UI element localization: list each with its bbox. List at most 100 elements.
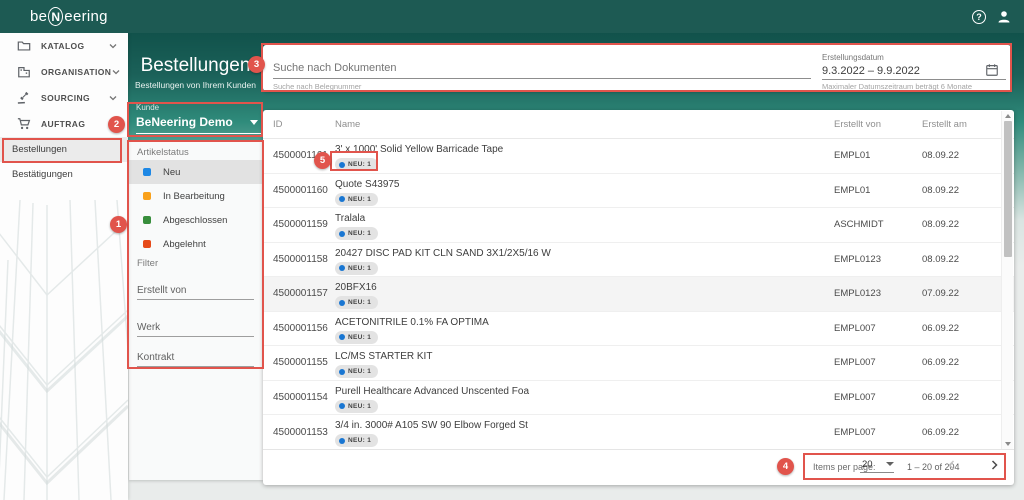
status-dot-green <box>143 216 151 224</box>
status-dot-red <box>143 240 151 248</box>
top-bar: be N eering ? <box>0 0 1024 33</box>
status-item-neu[interactable]: Neu <box>129 160 263 184</box>
page-header: Bestellungen Bestellungen von Ihrem Kund… <box>128 33 263 90</box>
select-caret-icon <box>886 462 894 466</box>
next-page-icon[interactable] <box>985 456 1003 474</box>
sidebar-item-sourcing[interactable]: SOURCING <box>0 85 128 111</box>
filter-section-title: Filter <box>137 258 159 269</box>
table-row[interactable]: 4500001155 LC/MS STARTER KIT NEU: 1 EMPL… <box>263 346 1014 381</box>
table-row[interactable]: 4500001161 3' x 1000' Solid Yellow Barri… <box>263 139 1014 174</box>
table-row[interactable]: 4500001160 Quote S43975 NEU: 1 EMPL01 08… <box>263 174 1014 208</box>
customer-select[interactable]: Kunde BeNeering Demo <box>136 103 262 134</box>
filter-input-kontrakt[interactable]: Kontrakt <box>137 352 254 367</box>
app-window: be N eering ? KATALOG ORGANISATION SOURC… <box>0 0 1024 500</box>
table-scrollbar[interactable] <box>1001 111 1013 449</box>
col-id: ID <box>273 118 283 130</box>
status-badge: NEU: 1 <box>335 365 379 378</box>
table-header: ID Name Erstellt von Erstellt am <box>263 110 1014 139</box>
status-badge: NEU: 1 <box>335 330 379 344</box>
orders-table: ID Name Erstellt von Erstellt am 4500001… <box>263 110 1014 485</box>
status-badge: NEU: 1 <box>335 227 379 240</box>
col-name: Name <box>335 118 361 130</box>
folder-icon <box>17 39 31 53</box>
beneering-logo: be N eering <box>30 0 108 33</box>
order-name: LC/MS STARTER KIT <box>335 351 433 362</box>
neu-dot-icon <box>339 437 345 444</box>
main-content: Bestellungen Bestellungen von Ihrem Kund… <box>128 33 1024 500</box>
table-row[interactable]: 4500001154 Purell Healthcare Advanced Un… <box>263 381 1014 415</box>
table-row[interactable]: 4500001153 3/4 in. 3000# A105 SW 90 Elbo… <box>263 415 1014 450</box>
scroll-up-icon[interactable] <box>1002 111 1014 121</box>
chevron-down-icon <box>108 93 118 103</box>
status-panel-title: Artikelstatus <box>137 147 189 158</box>
order-name: 20427 DISC PAD KIT CLN SAND 3X1/2X5/16 W <box>335 247 551 259</box>
calendar-icon[interactable] <box>985 63 999 77</box>
pagination-bar: Items per page: 20 1 – 20 of 204 <box>263 449 1014 483</box>
col-created-at: Erstellt am <box>922 118 967 130</box>
search-underline <box>273 78 811 79</box>
status-item-abgeschlossen[interactable]: Abgeschlossen <box>129 208 263 232</box>
date-range-hint: Maximaler Datumszeitraum beträgt 6 Monat… <box>822 82 973 91</box>
logo-text-post: eering <box>64 8 108 25</box>
neu-dot-icon <box>339 368 345 375</box>
status-badge: NEU: 1 <box>335 399 379 413</box>
table-row[interactable]: 4500001156 ACETONITRILE 0.1% FA OPTIMA N… <box>263 312 1014 346</box>
cart-icon <box>17 117 31 131</box>
filter-input-werk[interactable]: Werk <box>137 322 254 337</box>
sidebar-item-katalog[interactable]: KATALOG <box>0 33 128 59</box>
status-item-abgelehnt[interactable]: Abgelehnt <box>129 232 263 256</box>
chevron-down-icon <box>108 41 118 51</box>
order-name: 3/4 in. 3000# A105 SW 90 Elbow Forged St <box>335 420 528 431</box>
sidebar: KATALOG ORGANISATION SOURCING AUFTRAG Be… <box>0 33 128 500</box>
status-dot-blue <box>143 168 151 176</box>
page-size-select[interactable]: 20 <box>860 456 894 473</box>
date-range-value[interactable]: 9.3.2022 – 9.9.2022 <box>822 65 920 77</box>
logo-n-emblem: N <box>48 7 64 26</box>
neu-dot-icon <box>339 334 345 340</box>
customer-value: BeNeering Demo <box>136 115 233 129</box>
chevron-up-icon <box>108 119 118 129</box>
neu-dot-icon <box>339 299 345 306</box>
dropdown-caret-icon <box>250 119 258 125</box>
filter-input-erstellt-von[interactable]: Erstellt von <box>137 285 254 300</box>
neu-dot-icon <box>339 196 345 202</box>
sidebar-item-bestaetigungen[interactable]: Bestätigungen <box>0 162 128 187</box>
table-row[interactable]: 4500001157 20BFX16 NEU: 1 EMPL0123 07.09… <box>263 277 1014 312</box>
order-name: Purell Healthcare Advanced Unscented Foa <box>335 385 530 397</box>
scrollbar-thumb[interactable] <box>1004 121 1012 257</box>
col-created-by: Erstellt von <box>834 118 881 130</box>
order-name: 3' x 1000' Solid Yellow Barricade Tape <box>335 144 504 155</box>
scroll-down-icon[interactable] <box>1002 439 1014 449</box>
status-item-in-bearbeitung[interactable]: In Bearbeitung <box>129 184 263 208</box>
building-photo-decoration <box>0 200 128 500</box>
customer-label: Kunde <box>136 103 160 112</box>
chevron-down-icon <box>111 67 121 77</box>
status-dot-orange <box>143 192 151 200</box>
logo-text-pre: be <box>30 8 48 25</box>
previous-page-icon[interactable] <box>943 456 961 474</box>
user-account-icon[interactable] <box>996 9 1012 25</box>
sidebar-item-auftrag[interactable]: AUFTRAG <box>0 111 128 137</box>
sidebar-item-bestellungen[interactable]: Bestellungen <box>0 137 128 162</box>
search-input[interactable]: Suche nach Dokumenten <box>273 62 397 74</box>
customer-underline <box>136 133 262 134</box>
status-badge: NEU: 1 <box>335 434 379 447</box>
date-underline <box>822 79 1006 80</box>
help-icon[interactable]: ? <box>972 9 986 24</box>
status-badge: NEU: 1 <box>335 192 379 206</box>
table-row[interactable]: 4500001159 Tralala NEU: 1 ASCHMIDT 08.09… <box>263 208 1014 243</box>
order-name: Quote S43975 <box>335 178 400 190</box>
order-name: ACETONITRILE 0.1% FA OPTIMA <box>335 316 489 328</box>
neu-dot-icon <box>339 161 345 168</box>
date-range-label: Erstellungsdatum <box>822 53 884 62</box>
neu-dot-icon <box>339 230 345 237</box>
sidebar-item-organisation[interactable]: ORGANISATION <box>0 59 128 85</box>
neu-dot-icon <box>339 403 345 409</box>
table-row[interactable]: 4500001158 20427 DISC PAD KIT CLN SAND 3… <box>263 243 1014 277</box>
neu-dot-icon <box>339 265 345 271</box>
article-status-panel: Artikelstatus Neu In Bearbeitung Abgesch… <box>129 142 263 480</box>
order-name: 20BFX16 <box>335 282 377 293</box>
order-name: Tralala <box>335 213 366 224</box>
status-badge: NEU: 1 <box>335 158 379 171</box>
building-icon <box>17 65 31 79</box>
